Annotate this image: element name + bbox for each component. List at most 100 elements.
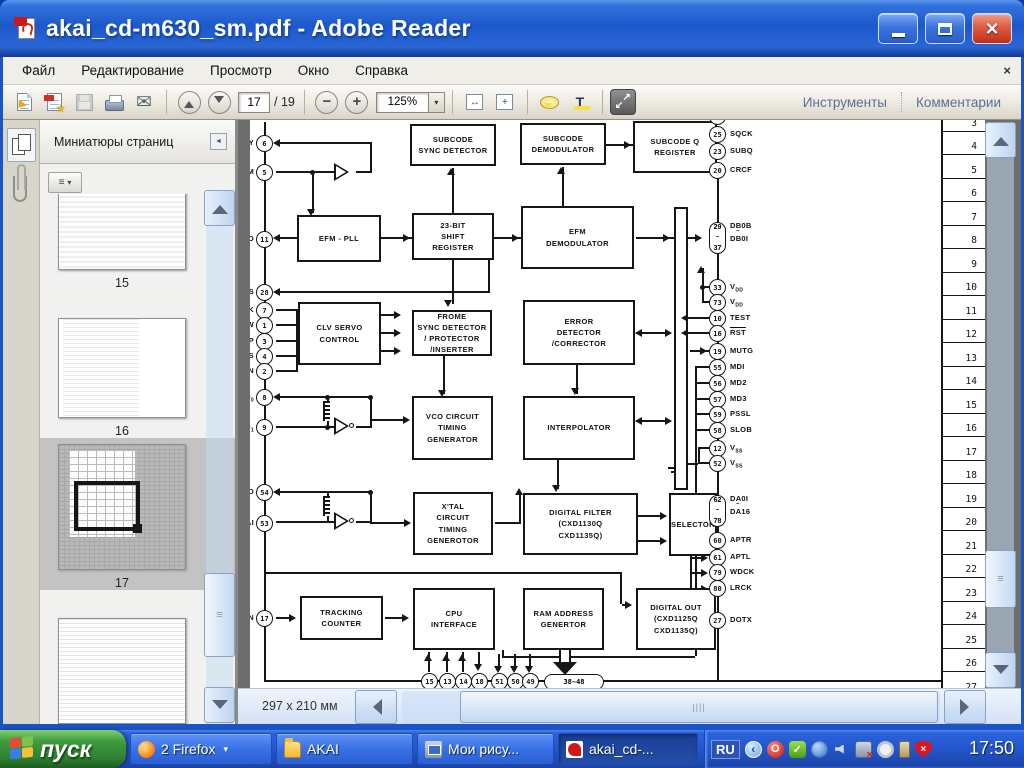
zoom-out-button[interactable]: − xyxy=(313,89,341,116)
diagram-line xyxy=(370,396,372,428)
security-alert-tray-icon[interactable]: × xyxy=(915,741,932,758)
zoom-dropdown-button[interactable]: ▾ xyxy=(428,92,445,113)
thumbnail-page-16[interactable] xyxy=(58,318,186,418)
thumbnail-zoom-rectangle[interactable] xyxy=(74,481,140,531)
menu-item-help[interactable]: Справка xyxy=(342,58,421,83)
collapse-sidebar-button[interactable]: ◄ xyxy=(210,133,227,150)
taskbar-button-2-firefox[interactable]: 2 Firefox▾ xyxy=(130,733,272,765)
taskbar-button--[interactable]: Мои рису... xyxy=(417,733,554,765)
close-document-icon[interactable]: × xyxy=(1003,63,1011,78)
scroll-right-button[interactable] xyxy=(944,690,986,724)
pin-79: 79 xyxy=(709,564,726,581)
menu-item-file[interactable]: Файл xyxy=(9,58,68,83)
zoom-rectangle-handle[interactable] xyxy=(133,524,142,533)
scroll-thumb[interactable]: ≡ xyxy=(985,550,1016,608)
start-button[interactable]: пуск xyxy=(0,730,126,768)
document-page[interactable]: SUBCODESYNC DETECTORSUBCODEDEMODULATORSU… xyxy=(250,120,985,688)
table-row: 17 xyxy=(943,437,985,461)
tools-panel-button[interactable]: Инструменты xyxy=(789,95,901,110)
menu-item-edit[interactable]: Редактирование xyxy=(68,58,197,83)
pin-20: 20 xyxy=(709,162,726,179)
email-button[interactable]: ✉ xyxy=(130,89,158,116)
thumbnail-page-18[interactable] xyxy=(58,618,186,724)
language-indicator[interactable]: RU xyxy=(711,740,740,759)
thumbnail-page-15[interactable] xyxy=(58,194,186,270)
horizontal-scroll-thumb[interactable]: |||| xyxy=(460,691,938,723)
diagram-line xyxy=(276,491,372,493)
minimize-button[interactable] xyxy=(878,13,918,44)
scroll-up-button[interactable] xyxy=(985,122,1016,158)
comments-panel-button[interactable]: Комментарии xyxy=(902,95,1015,110)
table-row: 8 xyxy=(943,226,985,250)
horizontal-scroll-track[interactable]: |||| xyxy=(402,691,940,723)
block-subcode-q-register: SUBCODE QREGISTER xyxy=(633,121,717,173)
thumbnails-sidebar: Миниатюры страниц ◄ ≡▾ 151617 ≡ xyxy=(40,120,238,724)
thumbnail-number: 15 xyxy=(58,276,186,290)
hide-tray-icons-button[interactable]: ‹ xyxy=(745,741,762,758)
print-button[interactable] xyxy=(100,89,128,116)
scroll-down-button[interactable] xyxy=(985,652,1016,688)
block-xtal-circuit: X'TALCIRCUITTIMINGGENEROTOR xyxy=(413,492,493,555)
folder-icon xyxy=(284,741,301,758)
diagram-line xyxy=(276,396,372,398)
collapse-icon: ◄ xyxy=(215,138,222,145)
document-scrollbar[interactable]: ≡ xyxy=(985,122,1016,688)
menu-item-view[interactable]: Просмотр xyxy=(197,58,285,83)
scroll-thumb[interactable]: ≡ xyxy=(204,573,235,657)
fit-page-button[interactable]: + xyxy=(491,89,519,116)
taskbar-button-akai[interactable]: AKAI xyxy=(276,733,413,765)
attachments-paperclip-icon[interactable] xyxy=(13,176,27,202)
thumbnail-options-button[interactable]: ≡▾ xyxy=(48,172,82,193)
save-button[interactable] xyxy=(70,89,98,116)
update-tray-icon[interactable] xyxy=(877,741,894,758)
pin-label: FM xyxy=(250,167,254,176)
table-row: 19 xyxy=(943,484,985,508)
open-button[interactable] xyxy=(10,89,38,116)
block-subcode-demodulator: SUBCODEDEMODULATOR xyxy=(520,123,606,165)
thumbnail-page-17[interactable] xyxy=(58,444,186,570)
highlight-text-button[interactable]: T xyxy=(566,89,594,116)
zoom-level-box[interactable]: 125% xyxy=(376,92,428,113)
antivirus-tray-icon[interactable]: ✓ xyxy=(789,741,806,758)
scroll-down-button[interactable] xyxy=(204,687,235,723)
menu-item-window[interactable]: Окно xyxy=(285,58,342,83)
plus-icon: + xyxy=(352,94,361,109)
sidebar-scrollbar[interactable]: ≡ xyxy=(204,190,235,724)
opera-tray-icon[interactable]: O xyxy=(767,741,784,758)
block-tracking-counter: TRACKINGCOUNTER xyxy=(300,596,383,640)
close-button[interactable]: × xyxy=(972,13,1012,44)
page-count-label: / 19 xyxy=(274,95,295,109)
scroll-up-button[interactable] xyxy=(204,190,235,226)
comment-button[interactable] xyxy=(536,89,564,116)
page-thumbnails-panel-button[interactable] xyxy=(7,128,36,162)
email-icon: ✉ xyxy=(136,93,152,112)
arrowhead xyxy=(394,311,405,319)
fullscreen-button[interactable]: ↗↙ xyxy=(610,89,636,115)
arrowhead xyxy=(697,262,705,273)
previous-page-button[interactable] xyxy=(175,89,203,116)
pin-11: 11 xyxy=(256,231,273,248)
table-row: 22 xyxy=(943,555,985,579)
create-pdf-button[interactable]: ★ xyxy=(40,89,68,116)
next-page-button[interactable] xyxy=(205,89,233,116)
arrowhead xyxy=(394,329,405,337)
volume-tray-icon[interactable] xyxy=(833,741,850,758)
taskbar-button-label: akai_cd-... xyxy=(589,741,654,757)
minus-icon: − xyxy=(322,94,331,109)
arrowhead xyxy=(625,601,636,609)
page-number-input[interactable] xyxy=(238,92,270,113)
diagram-line xyxy=(276,355,298,357)
table-row: 5 xyxy=(943,155,985,179)
zoom-in-button[interactable]: + xyxy=(343,89,371,116)
maximize-button[interactable] xyxy=(925,13,965,44)
scroll-left-button[interactable] xyxy=(355,690,397,724)
display-status-tray-icon[interactable] xyxy=(855,741,872,758)
fit-width-button[interactable]: ↔ xyxy=(461,89,489,116)
network-globe-tray-icon[interactable] xyxy=(811,741,828,758)
pin-58: 58 xyxy=(709,422,726,439)
diagram-line xyxy=(276,309,298,311)
taskbar-button-akai-cd-[interactable]: akai_cd-... xyxy=(558,733,698,765)
pin-label: SLOB xyxy=(730,425,752,434)
battery-tray-icon[interactable] xyxy=(899,741,910,758)
table-row: 7 xyxy=(943,202,985,226)
